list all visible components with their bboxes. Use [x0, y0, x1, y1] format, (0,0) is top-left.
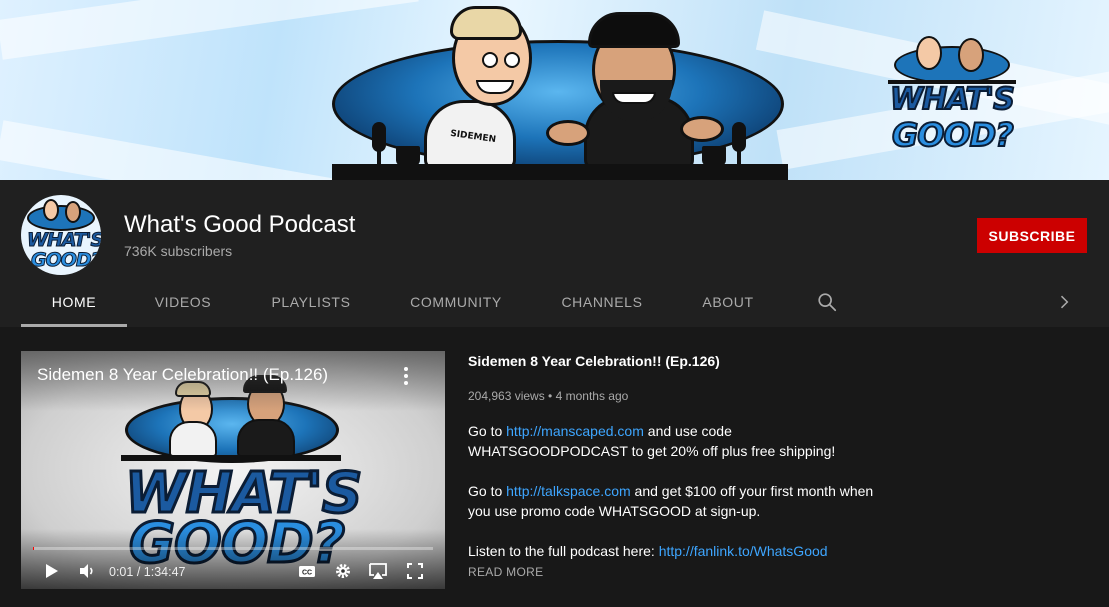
tab-home[interactable]: HOME [21, 280, 127, 327]
subscriber-count: 736K subscribers [124, 243, 233, 259]
description-link[interactable]: http://talkspace.com [506, 483, 631, 499]
video-meta: 204,963 views • 4 months ago [468, 389, 628, 403]
airplay-icon[interactable] [368, 561, 388, 581]
volume-icon[interactable] [77, 561, 97, 581]
banner-logo-line2: GOOD? [891, 115, 1015, 155]
tab-playlists[interactable]: PLAYLISTS [259, 280, 363, 327]
desc-text: Go to [468, 423, 507, 439]
description-link[interactable]: http://manscaped.com [506, 423, 644, 439]
tab-community[interactable]: COMMUNITY [398, 280, 514, 327]
duration: 1:34:47 [143, 565, 186, 579]
more-vert-icon[interactable] [399, 364, 413, 388]
time-separator: / [133, 565, 144, 579]
tab-channels[interactable]: CHANNELS [550, 280, 654, 327]
fullscreen-icon[interactable] [405, 561, 425, 581]
play-icon[interactable] [41, 561, 61, 581]
banner-logo-line1: WHAT'S [889, 81, 1016, 118]
upload-age: 4 months ago [555, 389, 629, 403]
player-title[interactable]: Sidemen 8 Year Celebration!! (Ep.126) [37, 365, 328, 385]
channel-avatar[interactable]: WHAT'S GOOD? [21, 195, 101, 275]
video-player[interactable]: WHAT'S GOOD? Sidemen 8 Year Celebration!… [21, 351, 445, 589]
description-paragraph: Listen to the full podcast here: http://… [468, 541, 888, 561]
tab-about[interactable]: ABOUT [690, 280, 766, 327]
time-display: 0:01 / 1:34:47 [109, 565, 185, 579]
channel-title: What's Good Podcast [124, 211, 356, 238]
view-count: 204,963 views [468, 389, 545, 403]
search-icon[interactable] [816, 291, 838, 313]
desc-text: Go to [468, 483, 507, 499]
subscribe-button[interactable]: SUBSCRIBE [977, 218, 1087, 253]
description-paragraph: Go to http://talkspace.com and get $100 … [468, 481, 888, 521]
svg-text:CC: CC [302, 570, 312, 577]
description-paragraph: Go to http://manscaped.com and use code … [468, 421, 888, 461]
meta-separator: • [544, 389, 556, 403]
banner-logo: WHAT'S GOOD? [888, 36, 1016, 155]
video-title[interactable]: Sidemen 8 Year Celebration!! (Ep.126) [468, 353, 720, 369]
progress-fill [33, 547, 35, 550]
current-time: 0:01 [109, 565, 134, 579]
avatar-logo-line1: WHAT'S [26, 229, 101, 252]
chevron-right-icon[interactable] [1054, 292, 1074, 312]
channel-banner: SIDEMEN WHAT'S GOOD? [0, 0, 1109, 180]
description-link[interactable]: http://fanlink.to/WhatsGood [659, 543, 828, 559]
desc-text: Listen to the full podcast here: [468, 543, 659, 559]
gear-icon[interactable] [333, 561, 353, 581]
tab-videos[interactable]: VIDEOS [141, 280, 225, 327]
read-more-link[interactable]: READ MORE [468, 565, 543, 579]
avatar-logo-line2: GOOD? [31, 249, 101, 272]
channel-tabs: HOME VIDEOS PLAYLISTS COMMUNITY CHANNELS… [0, 280, 1109, 327]
progress-bar[interactable] [33, 547, 433, 550]
closed-captions-icon[interactable]: CC [297, 561, 317, 581]
